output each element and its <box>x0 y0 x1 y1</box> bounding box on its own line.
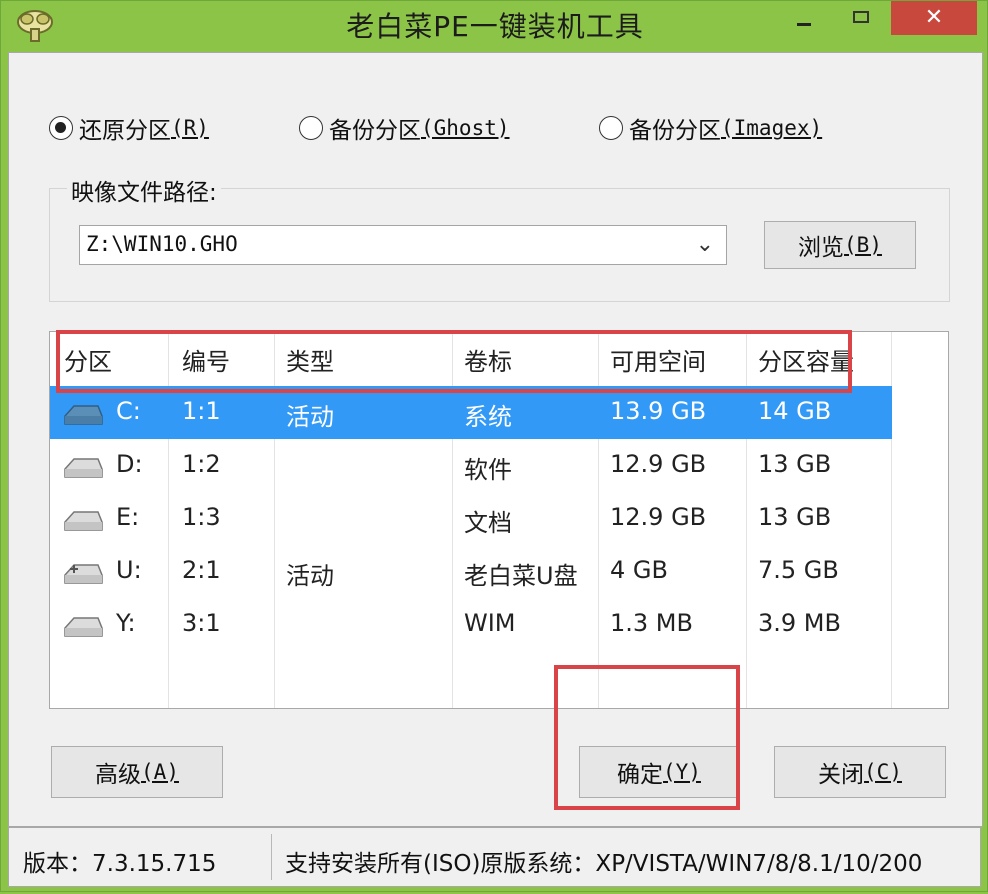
chevron-down-icon[interactable]: ⌄ <box>696 232 714 257</box>
confirm-button[interactable]: 确定 (Y) <box>579 746 739 798</box>
radio-restore-partition[interactable]: 还原分区 (R) <box>49 111 209 145</box>
minimize-button[interactable] <box>779 1 829 37</box>
cell-partition: D: <box>116 450 143 478</box>
cell-capacity: 13 GB <box>758 503 832 531</box>
cell-label: 老白菜U盘 <box>464 562 578 590</box>
cell-free-space: 12.9 GB <box>610 503 707 531</box>
cell-number: 2:1 <box>182 556 221 584</box>
advanced-mnemonic: (A) <box>141 760 179 784</box>
column-header[interactable]: 分区 <box>64 342 112 377</box>
cell-number: 1:3 <box>182 503 221 531</box>
drive-icon <box>64 405 103 425</box>
column-header[interactable]: 编号 <box>182 342 230 377</box>
window-close-button[interactable]: ✕ <box>891 1 977 35</box>
title-bar: 老白菜PE一键装机工具 ✕ <box>1 1 988 51</box>
close-label: 关闭 <box>818 762 865 788</box>
radio-unchecked-icon[interactable] <box>299 116 323 140</box>
cell-capacity: 13 GB <box>758 450 832 478</box>
usb-drive-icon <box>64 564 103 584</box>
table-header: 分区 编号 类型 卷标 可用空间 分区容量 <box>50 332 948 384</box>
version-text: 版本：7.3.15.715 <box>23 851 217 877</box>
status-bar: 版本：7.3.15.715 支持安装所有(ISO)原版系统：XP/VISTA/W… <box>8 827 981 887</box>
confirm-label: 确定 <box>617 762 664 788</box>
browse-mnemonic: (B) <box>844 233 882 257</box>
confirm-mnemonic: (Y) <box>663 760 701 784</box>
drive-icon <box>64 458 103 478</box>
cell-label: 文档 <box>464 509 512 537</box>
maximize-button[interactable] <box>839 1 885 37</box>
radio-backup-imagex[interactable]: 备份分区 (Imagex) <box>599 111 822 145</box>
cell-capacity: 14 GB <box>758 397 832 425</box>
advanced-label: 高级 <box>95 762 142 788</box>
cell-number: 1:2 <box>182 450 221 478</box>
table-row[interactable]: E: 1:3 文档 12.9 GB 13 GB <box>50 492 892 545</box>
app-window: 老白菜PE一键装机工具 ✕ 还原分区 (R) 备份分区 (Ghost) 备份分区 (I… <box>0 0 988 892</box>
image-path-value: Z:\WIN10.GHO <box>86 232 238 256</box>
cell-label: 系统 <box>464 403 512 431</box>
close-button[interactable]: 关闭 (C) <box>774 746 946 798</box>
cell-free-space: 12.9 GB <box>610 450 707 478</box>
radio-label: 还原分区 <box>79 118 171 144</box>
radio-label: 备份分区 <box>629 118 721 144</box>
drive-icon <box>64 511 103 531</box>
cell-label: 软件 <box>464 456 512 484</box>
browse-button[interactable]: 浏览 (B) <box>764 221 916 269</box>
status-divider <box>271 834 272 880</box>
cell-partition: E: <box>116 503 140 531</box>
cell-number: 1:1 <box>182 397 221 425</box>
support-text: 支持安装所有(ISO)原版系统：XP/VISTA/WIN7/8/8.1/10/2… <box>285 851 923 877</box>
table-row[interactable]: U: 2:1 活动 老白菜U盘 4 GB 7.5 GB <box>50 545 892 598</box>
drive-icon <box>64 617 103 637</box>
advanced-button[interactable]: 高级 (A) <box>51 746 223 798</box>
partition-table[interactable]: 分区 编号 类型 卷标 可用空间 分区容量 C: 1:1 活动 系统 13.9 … <box>49 331 949 709</box>
column-header[interactable]: 可用空间 <box>610 342 706 377</box>
cell-number: 3:1 <box>182 609 221 637</box>
table-row[interactable]: Y: 3:1 WIM 1.3 MB 3.9 MB <box>50 598 892 651</box>
table-row[interactable]: D: 1:2 软件 12.9 GB 13 GB <box>50 439 892 492</box>
cell-partition: U: <box>116 556 142 584</box>
browse-label: 浏览 <box>798 235 845 261</box>
image-path-label: 映像文件路径: <box>67 173 221 207</box>
cell-label: WIM <box>464 609 516 637</box>
column-header[interactable]: 类型 <box>286 342 334 377</box>
cell-free-space: 13.9 GB <box>610 397 707 425</box>
table-row[interactable]: C: 1:1 活动 系统 13.9 GB 14 GB <box>50 386 892 439</box>
column-header[interactable]: 分区容量 <box>758 342 854 377</box>
cell-type: 活动 <box>286 562 334 590</box>
cell-free-space: 4 GB <box>610 556 668 584</box>
close-mnemonic: (C) <box>864 760 902 784</box>
cell-free-space: 1.3 MB <box>610 609 693 637</box>
cell-capacity: 7.5 GB <box>758 556 839 584</box>
cell-partition: C: <box>116 397 141 425</box>
radio-backup-ghost[interactable]: 备份分区 (Ghost) <box>299 111 510 145</box>
radio-mnemonic: (R) <box>171 116 209 140</box>
radio-label: 备份分区 <box>329 118 421 144</box>
client-area: 还原分区 (R) 备份分区 (Ghost) 备份分区 (Imagex) 映像文件路径:… <box>8 52 983 827</box>
cell-capacity: 3.9 MB <box>758 609 841 637</box>
radio-mnemonic: (Imagex) <box>721 116 823 140</box>
radio-unchecked-icon[interactable] <box>599 116 623 140</box>
radio-mnemonic: (Ghost) <box>421 116 510 140</box>
column-header[interactable]: 卷标 <box>464 342 512 377</box>
cell-partition: Y: <box>116 609 136 637</box>
radio-checked-icon[interactable] <box>49 116 73 140</box>
image-path-combobox[interactable]: Z:\WIN10.GHO ⌄ <box>79 225 727 265</box>
cell-type: 活动 <box>286 403 334 431</box>
